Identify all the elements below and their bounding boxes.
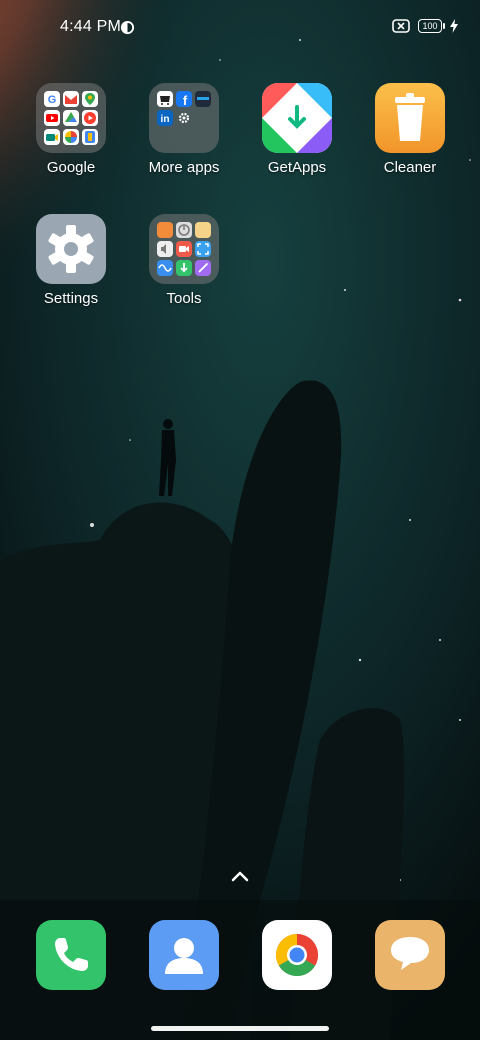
app-cleaner[interactable]: Cleaner <box>354 83 466 176</box>
battery-icon: 100 <box>418 19 445 33</box>
app-label: More apps <box>148 159 220 176</box>
app-label: Cleaner <box>383 159 437 176</box>
charging-icon <box>450 19 458 33</box>
svg-text:in: in <box>161 114 170 125</box>
app-label: Settings <box>43 290 99 307</box>
status-time: 4:44 PM <box>60 18 121 35</box>
sim-off-icon <box>392 19 410 33</box>
app-label: Google <box>46 159 96 176</box>
dock-contacts[interactable] <box>149 920 219 990</box>
svg-text:G: G <box>48 94 57 106</box>
app-getapps[interactable]: GetApps <box>241 83 353 176</box>
settings-icon <box>36 214 106 284</box>
app-label: Tools <box>166 290 202 307</box>
dock-phone[interactable] <box>36 920 106 990</box>
battery-level: 100 <box>422 21 438 31</box>
cleaner-icon <box>375 83 445 153</box>
more-apps-folder-icon: f in <box>149 83 219 153</box>
home-indicator[interactable] <box>151 1026 329 1031</box>
app-google-folder[interactable]: G Google <box>15 83 127 176</box>
app-settings[interactable]: Settings <box>15 214 127 307</box>
status-bar: 4:44 PM 100 <box>0 0 480 56</box>
circle-status-icon <box>120 20 135 35</box>
tools-folder-icon <box>149 214 219 284</box>
phone-icon <box>55 938 88 971</box>
dock-chrome[interactable] <box>262 920 332 990</box>
contacts-icon <box>165 938 203 974</box>
getapps-icon <box>262 83 332 153</box>
chrome-icon <box>275 934 319 977</box>
svg-text:f: f <box>183 93 188 107</box>
google-folder-icon: G <box>36 83 106 153</box>
app-label: GetApps <box>267 159 327 176</box>
status-right-icons: 100 <box>392 19 458 33</box>
app-tools-folder[interactable]: Tools <box>128 214 240 307</box>
chevron-up-icon[interactable] <box>229 868 251 884</box>
app-more-apps-folder[interactable]: f in More apps <box>128 83 240 176</box>
message-icon <box>391 937 429 970</box>
dock-messages[interactable] <box>375 920 445 990</box>
